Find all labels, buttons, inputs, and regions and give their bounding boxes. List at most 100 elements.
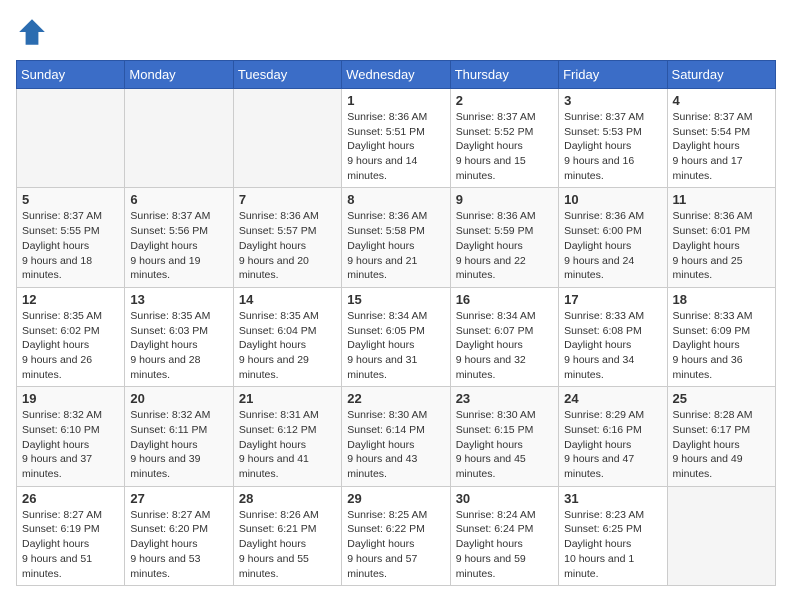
logo-icon xyxy=(16,16,48,48)
daylight-label: Daylight hours xyxy=(456,439,523,451)
calendar-week-row: 26 Sunrise: 8:27 AM Sunset: 6:19 PM Dayl… xyxy=(17,486,776,585)
calendar-cell: 31 Sunrise: 8:23 AM Sunset: 6:25 PM Dayl… xyxy=(559,486,667,585)
calendar-cell: 16 Sunrise: 8:34 AM Sunset: 6:07 PM Dayl… xyxy=(450,287,558,386)
day-number: 2 xyxy=(456,93,553,108)
sunset-label: Sunset: 6:00 PM xyxy=(564,225,642,237)
cell-info: Sunrise: 8:36 AM Sunset: 5:57 PM Dayligh… xyxy=(239,209,336,282)
cell-info: Sunrise: 8:34 AM Sunset: 6:07 PM Dayligh… xyxy=(456,309,553,382)
sunset-label: Sunset: 6:17 PM xyxy=(673,424,751,436)
day-number: 29 xyxy=(347,491,444,506)
calendar-table: SundayMondayTuesdayWednesdayThursdayFrid… xyxy=(16,60,776,586)
calendar-cell: 2 Sunrise: 8:37 AM Sunset: 5:52 PM Dayli… xyxy=(450,89,558,188)
calendar-cell: 9 Sunrise: 8:36 AM Sunset: 5:59 PM Dayli… xyxy=(450,188,558,287)
sunrise-label: Sunrise: 8:35 AM xyxy=(130,310,210,322)
day-number: 14 xyxy=(239,292,336,307)
calendar-cell: 23 Sunrise: 8:30 AM Sunset: 6:15 PM Dayl… xyxy=(450,387,558,486)
day-number: 13 xyxy=(130,292,227,307)
sunrise-label: Sunrise: 8:28 AM xyxy=(673,409,753,421)
calendar-cell: 30 Sunrise: 8:24 AM Sunset: 6:24 PM Dayl… xyxy=(450,486,558,585)
sunset-label: Sunset: 5:54 PM xyxy=(673,126,751,138)
day-number: 5 xyxy=(22,192,119,207)
daylight-label: Daylight hours xyxy=(673,439,740,451)
calendar-cell: 1 Sunrise: 8:36 AM Sunset: 5:51 PM Dayli… xyxy=(342,89,450,188)
calendar-cell: 18 Sunrise: 8:33 AM Sunset: 6:09 PM Dayl… xyxy=(667,287,775,386)
day-number: 21 xyxy=(239,391,336,406)
daylight-value: 9 hours and 37 minutes. xyxy=(22,453,92,480)
day-number: 30 xyxy=(456,491,553,506)
day-number: 12 xyxy=(22,292,119,307)
cell-info: Sunrise: 8:36 AM Sunset: 6:01 PM Dayligh… xyxy=(673,209,770,282)
daylight-value: 9 hours and 34 minutes. xyxy=(564,354,634,381)
cell-info: Sunrise: 8:26 AM Sunset: 6:21 PM Dayligh… xyxy=(239,508,336,581)
cell-info: Sunrise: 8:28 AM Sunset: 6:17 PM Dayligh… xyxy=(673,408,770,481)
calendar-cell: 20 Sunrise: 8:32 AM Sunset: 6:11 PM Dayl… xyxy=(125,387,233,486)
daylight-label: Daylight hours xyxy=(564,538,631,550)
calendar-cell: 7 Sunrise: 8:36 AM Sunset: 5:57 PM Dayli… xyxy=(233,188,341,287)
sunrise-label: Sunrise: 8:34 AM xyxy=(456,310,536,322)
sunset-label: Sunset: 6:15 PM xyxy=(456,424,534,436)
calendar-day-header: Thursday xyxy=(450,61,558,89)
calendar-cell xyxy=(667,486,775,585)
sunset-label: Sunset: 6:24 PM xyxy=(456,523,534,535)
day-number: 3 xyxy=(564,93,661,108)
daylight-label: Daylight hours xyxy=(347,140,414,152)
calendar-cell: 24 Sunrise: 8:29 AM Sunset: 6:16 PM Dayl… xyxy=(559,387,667,486)
calendar-header-row: SundayMondayTuesdayWednesdayThursdayFrid… xyxy=(17,61,776,89)
sunrise-label: Sunrise: 8:32 AM xyxy=(22,409,102,421)
calendar-cell: 13 Sunrise: 8:35 AM Sunset: 6:03 PM Dayl… xyxy=(125,287,233,386)
cell-info: Sunrise: 8:33 AM Sunset: 6:09 PM Dayligh… xyxy=(673,309,770,382)
daylight-label: Daylight hours xyxy=(130,240,197,252)
sunrise-label: Sunrise: 8:35 AM xyxy=(22,310,102,322)
sunrise-label: Sunrise: 8:33 AM xyxy=(673,310,753,322)
sunrise-label: Sunrise: 8:36 AM xyxy=(347,111,427,123)
calendar-cell xyxy=(17,89,125,188)
sunset-label: Sunset: 6:22 PM xyxy=(347,523,425,535)
daylight-value: 9 hours and 20 minutes. xyxy=(239,255,309,282)
cell-info: Sunrise: 8:36 AM Sunset: 6:00 PM Dayligh… xyxy=(564,209,661,282)
sunrise-label: Sunrise: 8:31 AM xyxy=(239,409,319,421)
daylight-label: Daylight hours xyxy=(456,538,523,550)
calendar-cell xyxy=(233,89,341,188)
sunrise-label: Sunrise: 8:37 AM xyxy=(130,210,210,222)
cell-info: Sunrise: 8:27 AM Sunset: 6:19 PM Dayligh… xyxy=(22,508,119,581)
calendar-day-header: Sunday xyxy=(17,61,125,89)
sunset-label: Sunset: 5:59 PM xyxy=(456,225,534,237)
calendar-day-header: Tuesday xyxy=(233,61,341,89)
sunset-label: Sunset: 6:07 PM xyxy=(456,325,534,337)
daylight-label: Daylight hours xyxy=(130,538,197,550)
daylight-label: Daylight hours xyxy=(347,439,414,451)
daylight-value: 9 hours and 55 minutes. xyxy=(239,553,309,580)
calendar-cell: 14 Sunrise: 8:35 AM Sunset: 6:04 PM Dayl… xyxy=(233,287,341,386)
sunrise-label: Sunrise: 8:27 AM xyxy=(130,509,210,521)
calendar-cell: 15 Sunrise: 8:34 AM Sunset: 6:05 PM Dayl… xyxy=(342,287,450,386)
calendar-cell: 27 Sunrise: 8:27 AM Sunset: 6:20 PM Dayl… xyxy=(125,486,233,585)
calendar-week-row: 12 Sunrise: 8:35 AM Sunset: 6:02 PM Dayl… xyxy=(17,287,776,386)
daylight-label: Daylight hours xyxy=(239,538,306,550)
daylight-label: Daylight hours xyxy=(347,240,414,252)
daylight-value: 9 hours and 26 minutes. xyxy=(22,354,92,381)
cell-info: Sunrise: 8:33 AM Sunset: 6:08 PM Dayligh… xyxy=(564,309,661,382)
calendar-cell: 21 Sunrise: 8:31 AM Sunset: 6:12 PM Dayl… xyxy=(233,387,341,486)
daylight-label: Daylight hours xyxy=(22,439,89,451)
daylight-value: 9 hours and 17 minutes. xyxy=(673,155,743,182)
daylight-value: 9 hours and 14 minutes. xyxy=(347,155,417,182)
daylight-value: 9 hours and 36 minutes. xyxy=(673,354,743,381)
calendar-day-header: Wednesday xyxy=(342,61,450,89)
sunset-label: Sunset: 6:20 PM xyxy=(130,523,208,535)
day-number: 24 xyxy=(564,391,661,406)
daylight-value: 9 hours and 43 minutes. xyxy=(347,453,417,480)
sunrise-label: Sunrise: 8:27 AM xyxy=(22,509,102,521)
day-number: 15 xyxy=(347,292,444,307)
daylight-label: Daylight hours xyxy=(456,140,523,152)
daylight-value: 9 hours and 32 minutes. xyxy=(456,354,526,381)
sunrise-label: Sunrise: 8:32 AM xyxy=(130,409,210,421)
sunset-label: Sunset: 6:12 PM xyxy=(239,424,317,436)
daylight-label: Daylight hours xyxy=(456,339,523,351)
cell-info: Sunrise: 8:36 AM Sunset: 5:59 PM Dayligh… xyxy=(456,209,553,282)
cell-info: Sunrise: 8:30 AM Sunset: 6:15 PM Dayligh… xyxy=(456,408,553,481)
cell-info: Sunrise: 8:37 AM Sunset: 5:52 PM Dayligh… xyxy=(456,110,553,183)
cell-info: Sunrise: 8:32 AM Sunset: 6:10 PM Dayligh… xyxy=(22,408,119,481)
daylight-value: 9 hours and 31 minutes. xyxy=(347,354,417,381)
calendar-cell: 29 Sunrise: 8:25 AM Sunset: 6:22 PM Dayl… xyxy=(342,486,450,585)
sunset-label: Sunset: 6:14 PM xyxy=(347,424,425,436)
